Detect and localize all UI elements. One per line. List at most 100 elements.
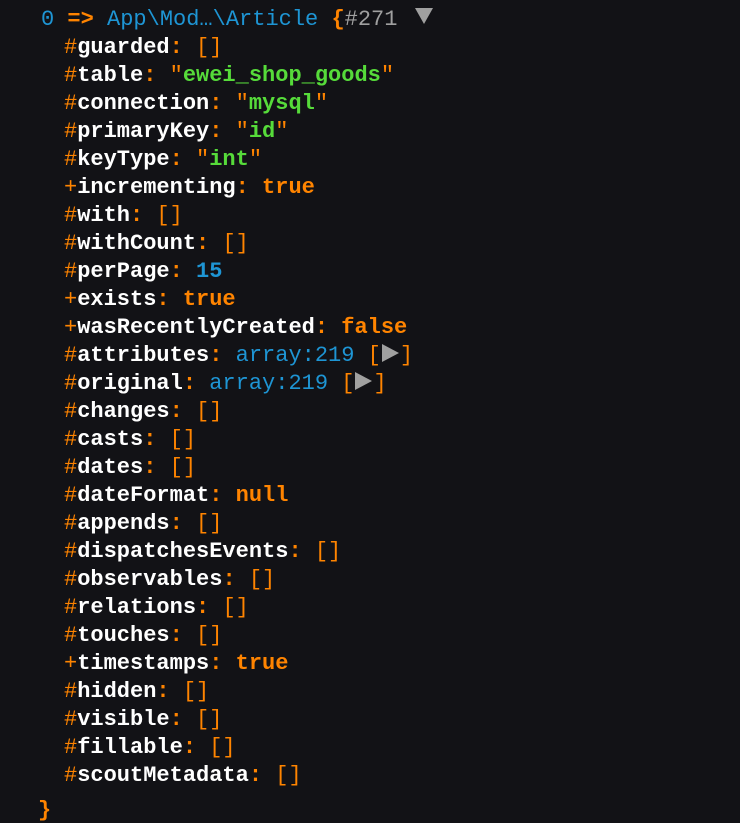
colon: : [248, 763, 276, 788]
property-name: original [77, 371, 183, 396]
property-row: +wasRecentlyCreated: false [0, 314, 740, 342]
colon: : [209, 91, 236, 116]
property-row: #fillable: [] [0, 734, 740, 762]
property-name: attributes [77, 343, 210, 368]
visibility-marker: # [64, 91, 78, 116]
property-name: scoutMetadata [77, 763, 249, 788]
colon: : [169, 623, 197, 648]
property-name: incrementing [77, 175, 236, 200]
empty-array-value: [] [156, 203, 183, 228]
visibility-marker: # [64, 203, 78, 228]
colon: : [182, 735, 210, 760]
property-name: with [77, 203, 131, 228]
property-name: dispatchesEvents [77, 539, 289, 564]
colon: : [235, 175, 263, 200]
object-id: #271 [344, 7, 398, 32]
visibility-marker: # [64, 763, 78, 788]
property-name: perPage [77, 259, 170, 284]
property-row: +timestamps: true [0, 650, 740, 678]
constant-value: true [182, 287, 236, 312]
colon: : [169, 511, 197, 536]
property-row: #keyType: "int" [0, 146, 740, 174]
string-value: mysql [248, 91, 315, 116]
property-row: #dates: [] [0, 454, 740, 482]
property-row: #touches: [] [0, 622, 740, 650]
empty-array-value: [] [222, 231, 249, 256]
visibility-marker: # [64, 539, 78, 564]
property-name: fillable [77, 735, 183, 760]
collapse-toggle-icon[interactable] [415, 8, 434, 24]
property-row: #withCount: [] [0, 230, 740, 258]
string-value: ewei_shop_goods [182, 63, 381, 88]
visibility-marker: # [64, 119, 78, 144]
quote: " [235, 91, 249, 116]
visibility-marker: # [64, 455, 78, 480]
quote: " [169, 63, 183, 88]
property-name: wasRecentlyCreated [77, 315, 315, 340]
property-row: #primaryKey: "id" [0, 118, 740, 146]
expand-toggle-icon[interactable] [355, 372, 373, 390]
property-name: observables [77, 567, 223, 592]
property-row: #relations: [] [0, 594, 740, 622]
colon: : [196, 595, 223, 620]
property-name: dates [77, 455, 144, 480]
visibility-marker: # [64, 147, 78, 172]
visibility-marker: # [64, 259, 78, 284]
constant-value: false [341, 315, 408, 340]
property-name: connection [77, 91, 210, 116]
colon: : [288, 539, 315, 564]
quote: " [196, 147, 210, 172]
property-name: visible [77, 707, 170, 732]
empty-array-value: [] [169, 427, 197, 452]
colon: : [169, 399, 197, 424]
property-row: #dispatchesEvents: [] [0, 538, 740, 566]
number-value: 15 [196, 259, 223, 284]
empty-array-value: [] [222, 595, 249, 620]
visibility-marker: + [64, 287, 78, 312]
expand-toggle-icon[interactable] [381, 344, 399, 362]
empty-array-value: [] [209, 735, 236, 760]
colon: : [156, 679, 183, 704]
string-value: int [209, 147, 249, 172]
property-name: hidden [77, 679, 157, 704]
dump-header: 0 => App\Mod…\Article {#271 [0, 6, 740, 34]
visibility-marker: # [64, 483, 78, 508]
quote: " [275, 119, 289, 144]
empty-array-value: [] [314, 539, 342, 564]
open-bracket: [ [341, 371, 355, 396]
visibility-marker: # [64, 231, 78, 256]
colon: : [156, 287, 183, 312]
colon: : [169, 707, 197, 732]
visibility-marker: # [64, 399, 78, 424]
property-row: #observables: [] [0, 566, 740, 594]
property-name: primaryKey [77, 119, 210, 144]
property-row: #hidden: [] [0, 678, 740, 706]
colon: : [209, 651, 236, 676]
property-row: #appends: [] [0, 510, 740, 538]
constant-value: true [262, 175, 315, 200]
visibility-marker: # [64, 735, 78, 760]
open-bracket: [ [367, 343, 381, 368]
property-list: #guarded: [] #table: "ewei_shop_goods" #co… [0, 34, 740, 790]
visibility-marker: + [64, 651, 78, 676]
property-row: #guarded: [] [0, 34, 740, 62]
colon: : [196, 231, 223, 256]
property-name: table [77, 63, 144, 88]
property-name: withCount [77, 231, 197, 256]
property-row: #table: "ewei_shop_goods" [0, 62, 740, 90]
property-name: dateFormat [77, 483, 210, 508]
property-row: #perPage: 15 [0, 258, 740, 286]
visibility-marker: # [64, 63, 78, 88]
property-row: +incrementing: true [0, 174, 740, 202]
class-name[interactable]: App\Mod…\Article [107, 7, 318, 32]
visibility-marker: # [64, 679, 78, 704]
empty-array-value: [] [275, 763, 302, 788]
colon: : [169, 147, 197, 172]
close-bracket: ] [373, 371, 387, 396]
visibility-marker: # [64, 567, 78, 592]
colon: : [143, 455, 170, 480]
visibility-marker: # [64, 511, 78, 536]
visibility-marker: # [64, 707, 78, 732]
property-row: #casts: [] [0, 426, 740, 454]
constant-value: null [235, 483, 289, 508]
